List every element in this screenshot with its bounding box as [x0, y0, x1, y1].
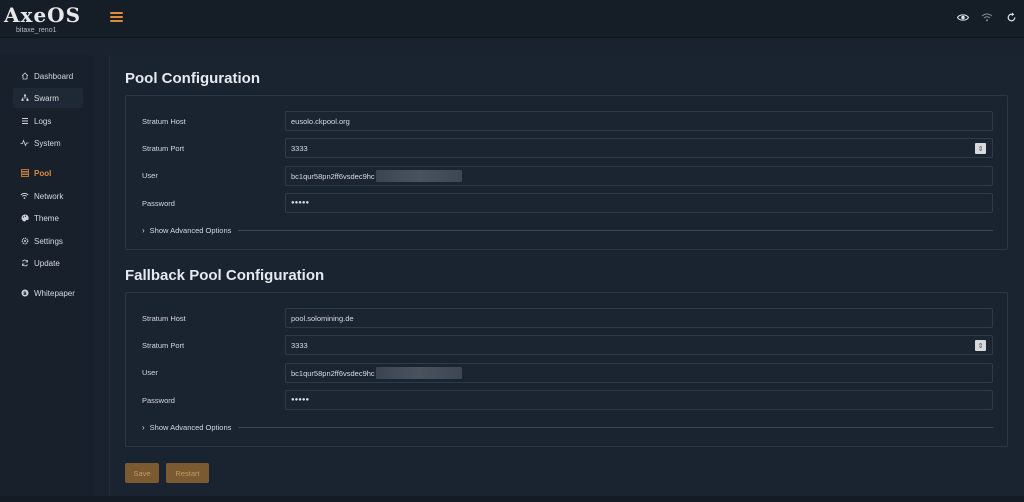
- sync-icon: [20, 259, 29, 268]
- port-stepper[interactable]: ⇕: [975, 340, 986, 351]
- user-input[interactable]: bc1qur58pn2ff6vsdec9hc: [285, 166, 993, 186]
- chevron-right-icon: ›: [142, 422, 145, 432]
- sidebar-item-label: Settings: [34, 236, 63, 246]
- redacted-text: [375, 367, 462, 379]
- sidebar-item-logs[interactable]: Logs: [13, 111, 83, 131]
- port-stepper[interactable]: ⇕: [975, 143, 986, 154]
- bitcoin-icon: B: [20, 289, 29, 298]
- sidebar-item-label: System: [34, 138, 61, 148]
- sidebar-item-label: Theme: [34, 213, 59, 223]
- sidebar-item-network[interactable]: Network: [13, 186, 83, 206]
- pulse-icon: [20, 139, 29, 148]
- stratum-host-input[interactable]: pool.solomining.de: [285, 308, 993, 328]
- sidebar-item-theme[interactable]: Theme: [13, 208, 83, 228]
- sidebar: Dashboard Swarm Logs System Pool Network…: [0, 55, 94, 502]
- palette-icon: [20, 214, 29, 223]
- stratum-host-label: Stratum Host: [142, 314, 186, 323]
- sidebar-item-label: Network: [34, 191, 64, 201]
- user-label: User: [142, 171, 158, 180]
- pool-config-title: Pool Configuration: [125, 70, 260, 87]
- chevron-right-icon: ›: [142, 225, 145, 235]
- sidebar-item-update[interactable]: Update: [13, 253, 83, 273]
- sidebar-item-system[interactable]: System: [13, 133, 83, 153]
- user-label: User: [142, 368, 158, 377]
- password-label: Password: [142, 396, 175, 405]
- sidebar-item-label: Whitepaper: [34, 288, 75, 298]
- top-bar: AxeOS bitaxe_reno1: [0, 0, 1024, 38]
- eye-icon[interactable]: [956, 10, 970, 24]
- app-logo: AxeOS: [4, 3, 82, 27]
- home-icon: [20, 72, 29, 81]
- fallback-config-title: Fallback Pool Configuration: [125, 267, 325, 284]
- sidebar-item-label: Pool: [34, 168, 52, 178]
- show-advanced-options[interactable]: › Show Advanced Options: [142, 225, 993, 235]
- stratum-port-input[interactable]: 3333 ⇕: [285, 138, 993, 158]
- sidebar-item-pool[interactable]: Pool: [13, 163, 83, 183]
- sidebar-item-label: Update: [34, 258, 60, 268]
- wifi-icon: [980, 10, 994, 24]
- stratum-host-label: Stratum Host: [142, 117, 186, 126]
- main-content: Pool Configuration Stratum Host eusolo.c…: [109, 55, 1024, 502]
- stratum-port-input[interactable]: 3333 ⇕: [285, 335, 993, 355]
- stratum-host-input[interactable]: eusolo.ckpool.org: [285, 111, 993, 131]
- restart-button[interactable]: Restart: [166, 463, 209, 483]
- sidebar-item-swarm[interactable]: Swarm: [13, 88, 83, 108]
- sidebar-item-label: Logs: [34, 116, 52, 126]
- hostname: bitaxe_reno1: [16, 27, 57, 34]
- password-input[interactable]: ●●●●●: [285, 193, 993, 213]
- save-button[interactable]: Save: [125, 463, 159, 483]
- svg-text:B: B: [23, 291, 27, 297]
- password-label: Password: [142, 199, 175, 208]
- wifi-icon: [20, 192, 29, 201]
- swarm-icon: [20, 94, 29, 103]
- server-icon: [20, 169, 29, 178]
- sidebar-item-label: Dashboard: [34, 71, 74, 81]
- password-input[interactable]: ●●●●●: [285, 390, 993, 410]
- redacted-text: [375, 170, 462, 182]
- pool-config-card: Stratum Host eusolo.ckpool.org Stratum P…: [125, 95, 1008, 250]
- stratum-port-label: Stratum Port: [142, 341, 185, 350]
- user-input[interactable]: bc1qur58pn2ff6vsdec9hc: [285, 363, 993, 383]
- gear-icon: [20, 237, 29, 246]
- list-icon: [20, 117, 29, 126]
- sidebar-item-label: Swarm: [34, 93, 59, 103]
- fallback-config-card: Stratum Host pool.solomining.de Stratum …: [125, 292, 1008, 447]
- sidebar-item-dashboard[interactable]: Dashboard: [13, 66, 83, 86]
- show-advanced-options[interactable]: › Show Advanced Options: [142, 422, 993, 432]
- menu-icon[interactable]: [110, 12, 123, 22]
- bottom-strip: [0, 496, 1024, 502]
- sidebar-item-settings[interactable]: Settings: [13, 231, 83, 251]
- refresh-icon[interactable]: [1004, 10, 1018, 24]
- sidebar-item-whitepaper[interactable]: B Whitepaper: [13, 283, 83, 303]
- stratum-port-label: Stratum Port: [142, 144, 185, 153]
